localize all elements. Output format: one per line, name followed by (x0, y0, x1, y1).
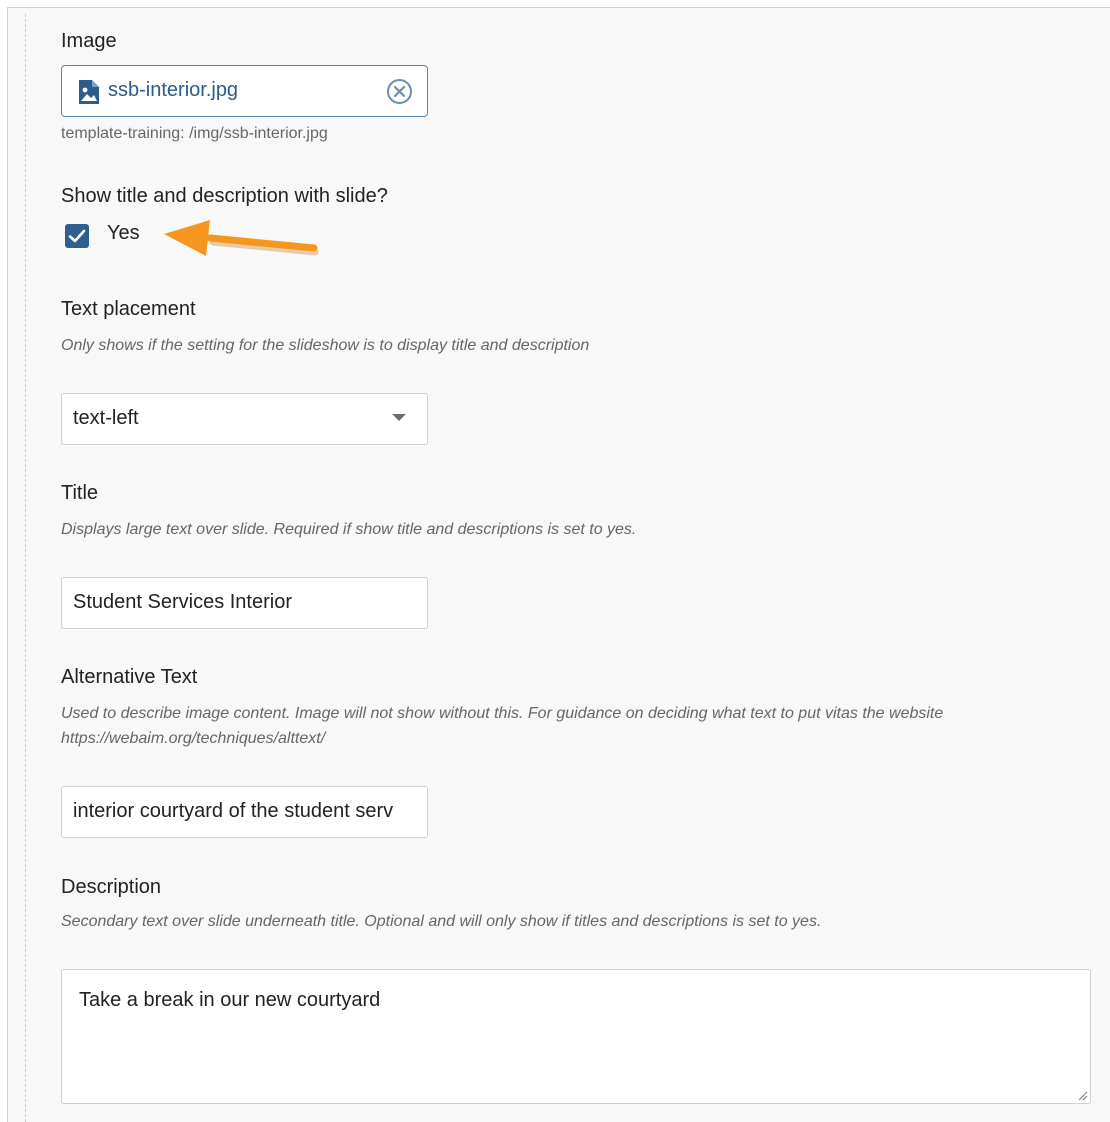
description-value: Take a break in our new courtyard (79, 989, 381, 1011)
show-title-checkbox-label[interactable]: Yes (107, 222, 140, 245)
dashed-guide (25, 14, 26, 1122)
caret-down-icon (392, 414, 406, 421)
title-help: Displays large text over slide. Required… (61, 521, 637, 538)
text-placement-help: Only shows if the setting for the slides… (61, 337, 590, 354)
text-placement-select[interactable]: text-left (61, 393, 428, 445)
image-filename[interactable]: ssb-interior.jpg (108, 79, 238, 102)
checkmark-icon (68, 229, 86, 243)
form-panel (7, 7, 1110, 1122)
show-title-checkbox[interactable] (65, 224, 89, 248)
text-placement-value: text-left (73, 407, 139, 429)
text-placement-label: Text placement (61, 298, 196, 320)
description-label: Description (61, 876, 162, 898)
description-textarea[interactable]: Take a break in our new courtyard (61, 969, 1091, 1104)
alt-text-input[interactable]: interior courtyard of the student serv (61, 786, 428, 838)
description-help: Secondary text over slide underneath tit… (61, 913, 822, 930)
clear-circle-x-icon[interactable] (386, 78, 413, 105)
alt-text-label: Alternative Text (61, 666, 198, 688)
alt-text-value: interior courtyard of the student serv (73, 800, 394, 822)
title-input[interactable]: Student Services Interior (61, 577, 428, 629)
image-path: template-training: /img/ssb-interior.jpg (61, 125, 328, 142)
resize-handle-icon[interactable] (1076, 1089, 1088, 1101)
image-label: Image (61, 30, 117, 52)
alt-text-help-link: https://webaim.org/techniques/alttext/ (61, 730, 326, 747)
annotation-arrow-icon (164, 220, 319, 256)
title-value: Student Services Interior (73, 591, 292, 613)
show-title-label: Show title and description with slide? (61, 185, 388, 207)
title-label: Title (61, 482, 99, 504)
alt-text-help: Used to describe image content. Image wi… (61, 705, 944, 722)
image-file-icon (79, 80, 99, 104)
image-file-field[interactable]: ssb-interior.jpg (61, 65, 428, 117)
